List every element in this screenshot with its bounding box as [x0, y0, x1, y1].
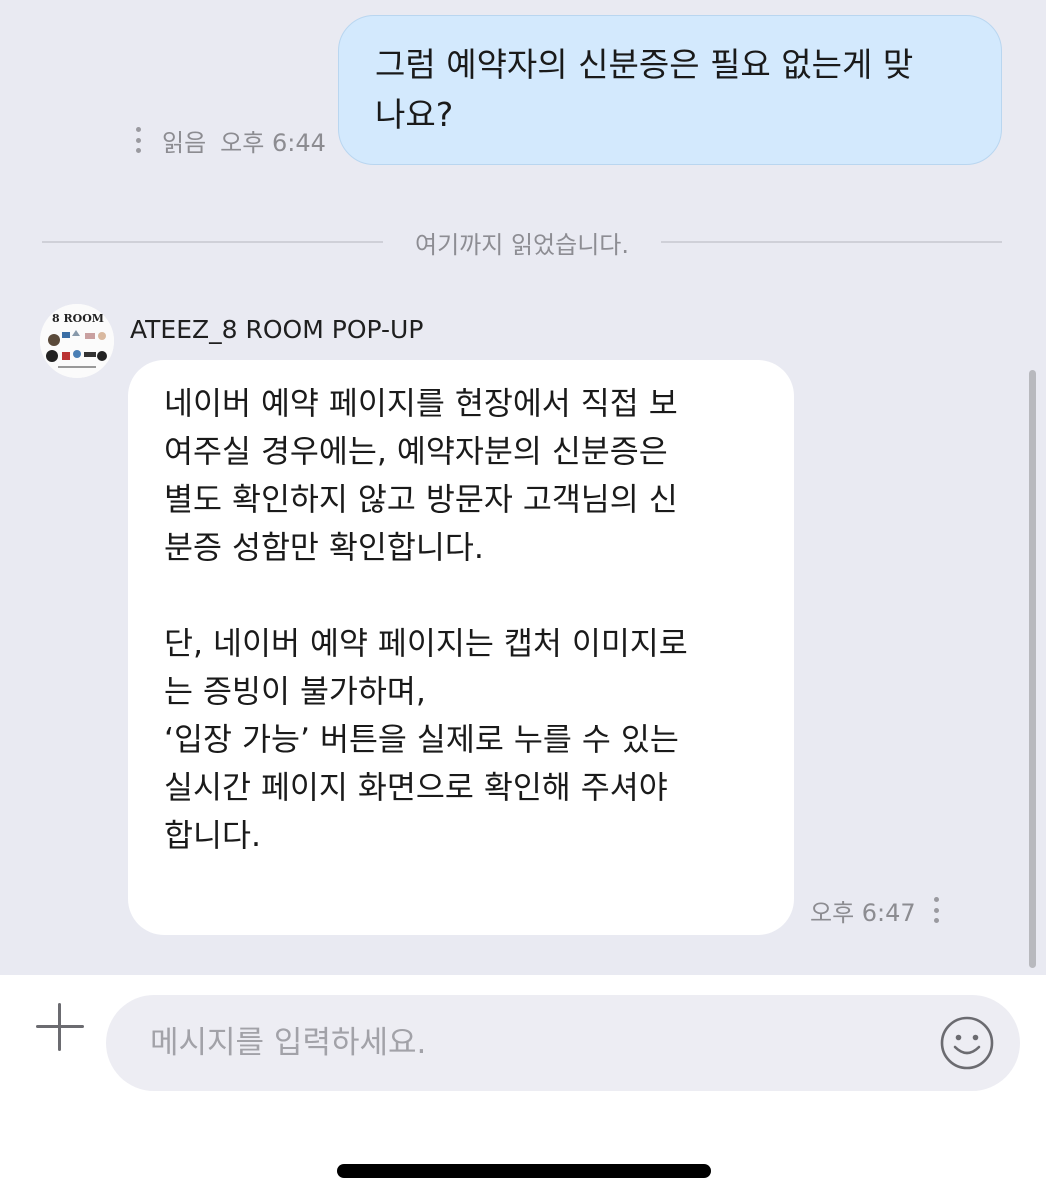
sent-message-meta: 읽음 오후 6:44 [136, 122, 326, 158]
plus-icon[interactable] [28, 995, 92, 1059]
message-composer [0, 975, 1046, 1200]
sent-message-bubble[interactable]: 그럼 예약자의 신분증은 필요 없는게 맞 나요? [338, 15, 1002, 165]
smiley-icon[interactable] [938, 1014, 996, 1072]
message-field[interactable] [106, 995, 1020, 1091]
read-status: 읽음 [162, 128, 207, 157]
sender-name: ATEEZ_8 ROOM POP-UP [130, 315, 424, 344]
sent-message-time: 오후 6:44 [220, 128, 326, 157]
received-message-bubble[interactable]: 네이버 예약 페이지를 현장에서 직접 보 여주실 경우에는, 예약자분의 신분… [128, 360, 794, 935]
chat-area[interactable]: 읽음 오후 6:44 그럼 예약자의 신분증은 필요 없는게 맞 나요? 여기까… [0, 0, 1046, 975]
more-vertical-icon[interactable] [933, 897, 940, 923]
divider-line-right [661, 241, 1003, 243]
received-message-meta: 오후 6:47 [810, 890, 940, 930]
message-input[interactable] [148, 1012, 938, 1074]
read-divider: 여기까지 읽었습니다. [42, 222, 1003, 262]
avatar-title: 8 ROOM [52, 312, 104, 325]
avatar-image: 8 ROOM [40, 304, 114, 378]
received-message-time: 오후 6:47 [810, 898, 916, 927]
read-divider-text: 여기까지 읽었습니다. [415, 230, 629, 259]
home-indicator[interactable] [337, 1164, 711, 1178]
avatar[interactable]: 8 ROOM [40, 304, 114, 378]
divider-line-left [42, 241, 384, 243]
more-vertical-icon[interactable] [136, 127, 142, 153]
scrollbar[interactable] [1029, 370, 1036, 968]
